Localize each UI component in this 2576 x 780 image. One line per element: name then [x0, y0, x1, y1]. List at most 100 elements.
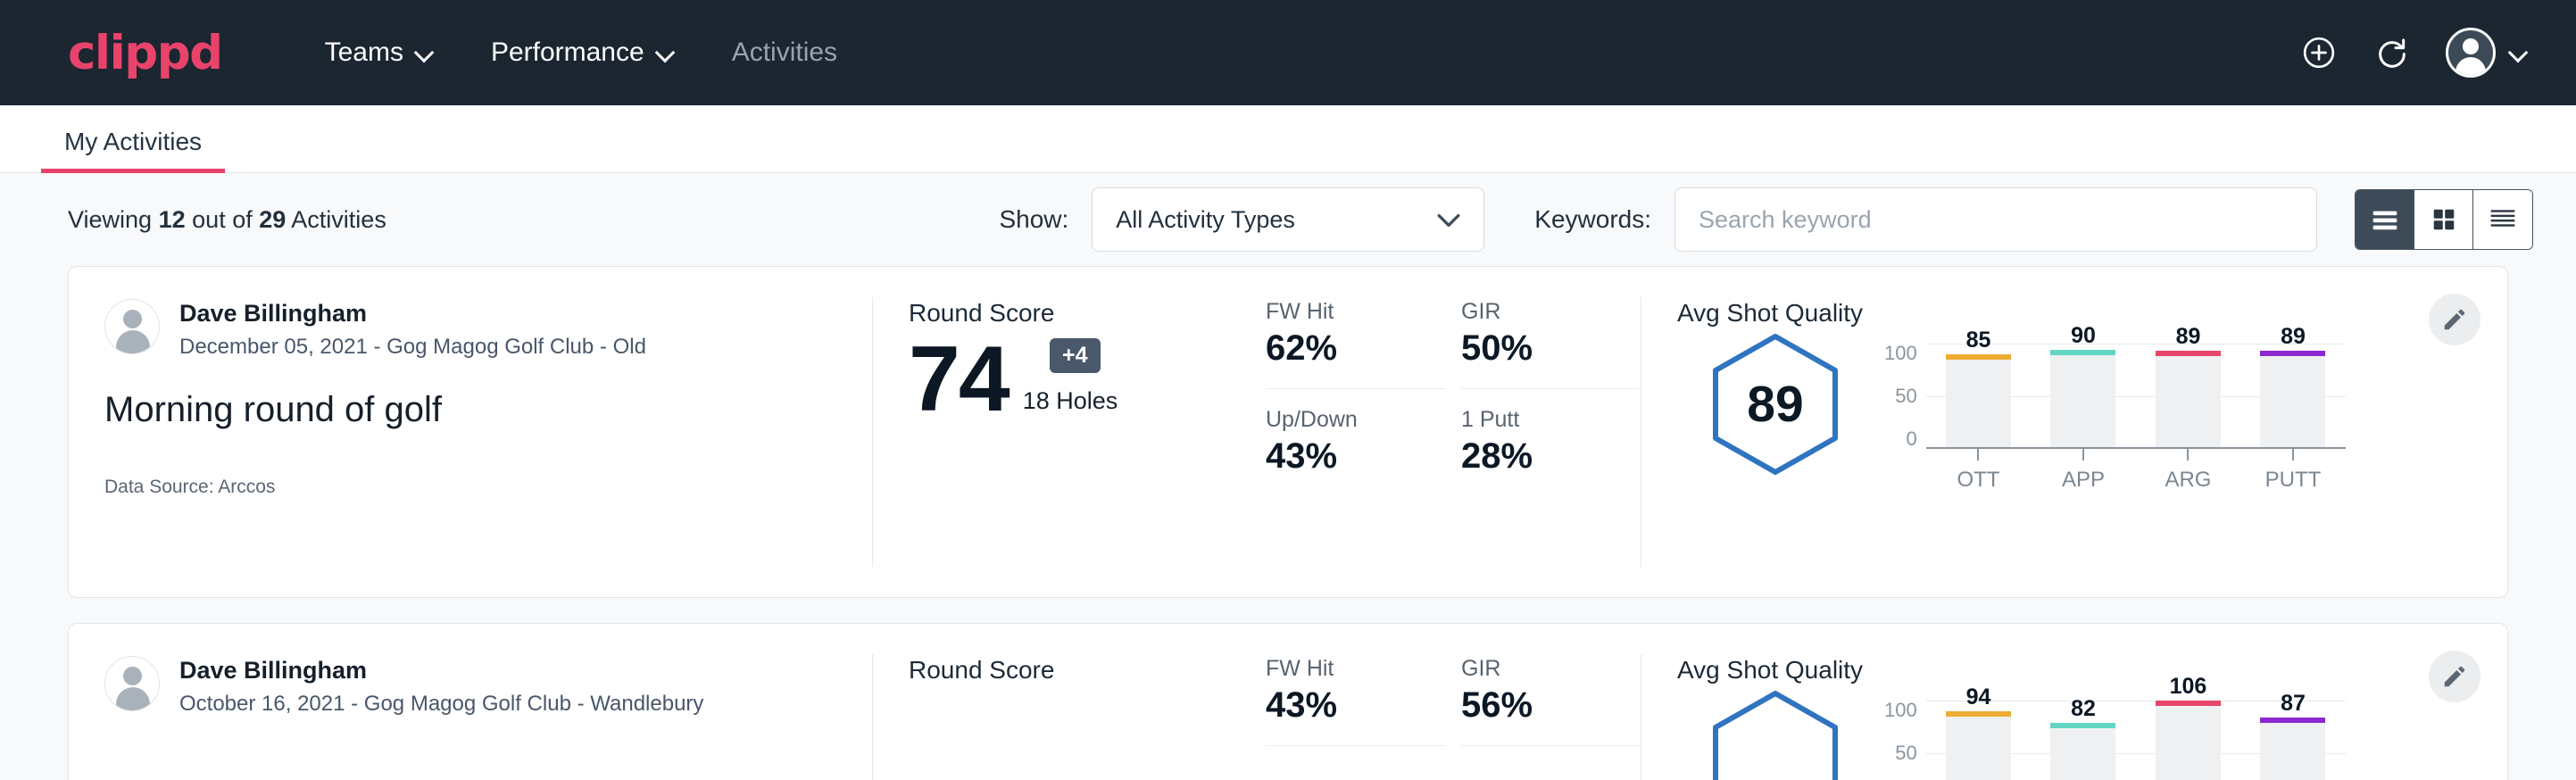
- view-mode-toggle: [2355, 189, 2533, 250]
- edit-activity-button[interactable]: [2429, 651, 2480, 702]
- activity-type-select[interactable]: All Activity Types: [1092, 187, 1484, 252]
- round-score-section: Round Score 74 +4 18 Holes: [873, 267, 1248, 597]
- stat-label: Up/Down: [1266, 407, 1445, 433]
- edit-activity-button[interactable]: [2429, 294, 2480, 345]
- stat-value: 28%: [1461, 436, 1641, 477]
- stat-gir: GIR 56%: [1461, 656, 1641, 746]
- stat-label: FW Hit: [1266, 656, 1445, 682]
- round-stats: FW Hit 43% GIR 56%: [1248, 624, 1641, 780]
- bar-column: 94: [1926, 701, 2032, 780]
- bar-putt: 89: [2260, 355, 2325, 447]
- nav-item-activities[interactable]: Activities: [732, 37, 837, 68]
- stat-value: 62%: [1266, 328, 1445, 369]
- person-name: Dave Billingham: [179, 656, 703, 686]
- view-mode-list[interactable]: [2356, 190, 2414, 249]
- bar-column: 89: [2240, 344, 2346, 447]
- person-row: Dave Billingham December 05, 2021 - Gog …: [104, 299, 872, 360]
- stat-fw-hit: FW Hit 62%: [1266, 299, 1445, 389]
- bar-value: 90: [2050, 323, 2115, 349]
- stat-value: 43%: [1266, 685, 1445, 726]
- nav-item-performance[interactable]: Performance: [491, 37, 673, 68]
- bar-value: 87: [2260, 691, 2325, 717]
- stat-value: 50%: [1461, 328, 1641, 369]
- shot-quality-chart: 100 50 0: [1884, 701, 2346, 780]
- pencil-icon: [2441, 663, 2468, 690]
- refresh-button[interactable]: [2372, 33, 2412, 72]
- bar-cap: [1946, 354, 2011, 360]
- bar-column: 89: [2136, 344, 2241, 447]
- filter-controls: Show: All Activity Types Keywords:: [999, 187, 2533, 252]
- stat-label: FW Hit: [1266, 299, 1445, 325]
- chart-y-axis: 100 50 0: [1884, 701, 1917, 780]
- bar-cap: [2156, 701, 2221, 706]
- y-tick: 100: [1884, 344, 1917, 363]
- chart-bars: 85 90: [1926, 344, 2346, 447]
- viewing-mid: out of: [192, 206, 253, 233]
- pencil-icon: [2441, 306, 2468, 333]
- quality-body: 100 50 0: [1677, 690, 2507, 780]
- bar-arg: 89: [2156, 355, 2221, 447]
- quality-hexagon-wrap: 89: [1677, 333, 1874, 476]
- activity-meta: October 16, 2021 - Gog Magog Golf Club -…: [179, 692, 703, 717]
- view-mode-compact[interactable]: [2473, 190, 2532, 249]
- quality-score: 89: [1747, 375, 1803, 434]
- avg-shot-quality-section: Avg Shot Quality 100 50: [1641, 624, 2507, 780]
- y-tick: 50: [1884, 743, 1917, 763]
- y-tick: 50: [1884, 386, 1917, 406]
- quality-hexagon-wrap: [1677, 690, 1874, 780]
- clippd-logo[interactable]: clippd: [68, 29, 222, 77]
- card-identity: Dave Billingham October 16, 2021 - Gog M…: [69, 624, 872, 780]
- bar-column: 106: [2136, 701, 2241, 780]
- data-source: Data Source: Arccos: [104, 477, 872, 498]
- chart-y-axis: 100 50 0: [1884, 344, 1917, 449]
- person-name: Dave Billingham: [179, 299, 646, 329]
- viewing-summary: Viewing 12 out of 29 Activities: [68, 206, 386, 234]
- tick-mark: [2187, 449, 2189, 461]
- avatar: [104, 656, 160, 711]
- avg-shot-quality-label: Avg Shot Quality: [1677, 656, 2507, 685]
- avatar: [2446, 28, 2496, 78]
- chart-plot-area: 94 82: [1926, 701, 2346, 780]
- bar-column: 82: [2031, 701, 2136, 780]
- viewing-suffix: Activities: [291, 206, 386, 233]
- stat-value: 43%: [1266, 436, 1445, 477]
- activity-card[interactable]: Dave Billingham October 16, 2021 - Gog M…: [68, 623, 2508, 780]
- search-input[interactable]: [1674, 187, 2317, 252]
- person-row: Dave Billingham October 16, 2021 - Gog M…: [104, 656, 872, 717]
- chevron-down-icon: [657, 48, 673, 57]
- nav-item-teams[interactable]: Teams: [325, 37, 432, 68]
- score-differential-badge: +4: [1050, 338, 1101, 373]
- bar-value: 89: [2156, 324, 2221, 350]
- tab-my-activities[interactable]: My Activities: [41, 128, 225, 172]
- show-label: Show:: [999, 205, 1068, 234]
- tick-mark: [2082, 449, 2084, 461]
- nav-actions: [2299, 28, 2526, 78]
- x-label: ARG: [2165, 468, 2211, 493]
- activity-card[interactable]: Dave Billingham December 05, 2021 - Gog …: [68, 266, 2508, 598]
- stat-label: GIR: [1461, 299, 1641, 325]
- tick-mark: [2292, 449, 2294, 461]
- round-score-label: Round Score: [909, 299, 1248, 328]
- quality-hexagon: [1711, 690, 1840, 780]
- stat-one-putt: 1 Putt 28%: [1461, 407, 1641, 477]
- activity-meta: December 05, 2021 - Gog Magog Golf Club …: [179, 335, 646, 360]
- x-label: OTT: [1957, 468, 1999, 493]
- viewing-count: 12: [159, 206, 186, 233]
- view-mode-grid[interactable]: [2414, 190, 2473, 249]
- tick-mark: [1977, 449, 1979, 461]
- chevron-down-icon: [1437, 206, 1460, 234]
- activity-type-value: All Activity Types: [1116, 206, 1295, 234]
- keywords-label: Keywords:: [1534, 205, 1651, 234]
- main-content: Viewing 12 out of 29 Activities Show: Al…: [0, 173, 2576, 780]
- round-score-value: 74: [909, 333, 1009, 426]
- account-menu[interactable]: [2446, 28, 2526, 78]
- stat-label: GIR: [1461, 656, 1641, 682]
- x-tick: PUTT: [2240, 449, 2346, 493]
- filter-bar: Viewing 12 out of 29 Activities Show: Al…: [0, 173, 2576, 266]
- bar-column: 90: [2031, 344, 2136, 447]
- add-button[interactable]: [2299, 33, 2339, 72]
- chart-bars: 94 82: [1926, 701, 2346, 780]
- bar-column: 87: [2240, 701, 2346, 780]
- bar-cap: [2050, 723, 2115, 728]
- refresh-icon: [2374, 35, 2410, 71]
